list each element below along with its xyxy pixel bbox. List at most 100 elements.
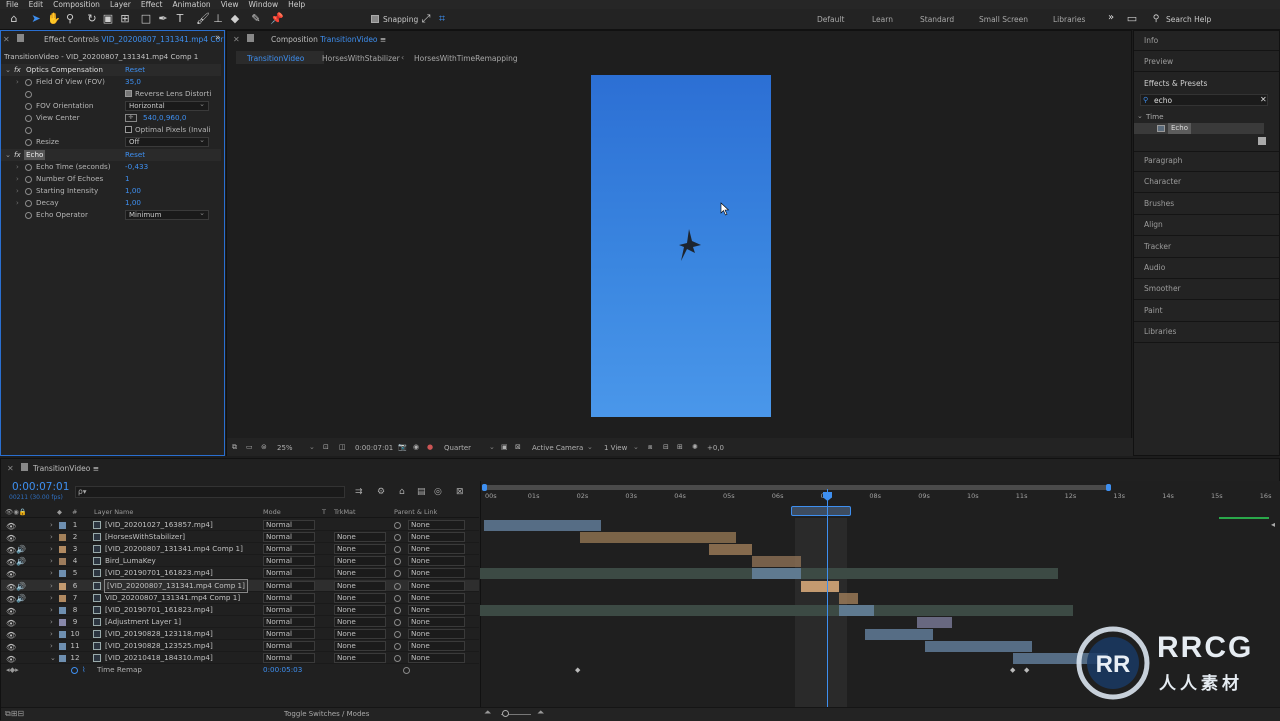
breadcrumb-transitionvideo[interactable]: TransitionVideo (247, 54, 304, 63)
toggle-switches-modes-button[interactable]: Toggle Switches / Modes (284, 710, 369, 718)
num-echoes-value[interactable]: 1 (125, 173, 130, 185)
stopwatch-icon[interactable] (71, 667, 78, 674)
smoother-panel-item[interactable]: Smoother (1144, 284, 1181, 293)
layer-duration-bar[interactable] (925, 641, 1032, 652)
expand-triangle-icon[interactable]: › (50, 555, 53, 567)
echo-operator-dropdown[interactable]: Minimum (125, 209, 209, 220)
optics-effect-header[interactable]: ⌄ fx Optics Compensation Reset (1, 64, 221, 76)
parent-pickwhip-icon[interactable] (394, 570, 401, 578)
timeline-timecode[interactable]: 0:00:07:01 (12, 481, 69, 493)
rectangle-tool-icon[interactable]: □ (140, 13, 152, 25)
parent-pickwhip-icon[interactable] (394, 522, 401, 529)
composition-tab[interactable]: Composition TransitionVideo ≡ (271, 35, 386, 44)
keyframe-icon[interactable]: ◆ (575, 666, 580, 674)
rotate-tool-icon[interactable]: ↻ (86, 13, 98, 25)
hamburger-icon[interactable]: ≡ (93, 464, 99, 473)
layer-row[interactable]: 👁 › 11 [VID_20190828_123525.mp4] Normal None N… (1, 640, 479, 652)
resolution-chevron-icon[interactable]: ⌄ (489, 443, 495, 451)
reverse-lens-checkbox[interactable] (125, 90, 132, 97)
parent-pickwhip-icon[interactable] (394, 546, 401, 554)
expand-icon[interactable]: › (16, 161, 19, 173)
parent-pickwhip-icon[interactable] (394, 655, 401, 663)
breadcrumb-horseswithtimeremapping[interactable]: HorsesWithTimeRemapping (414, 54, 518, 63)
layer-duration-bar[interactable] (580, 532, 736, 544)
keyframe-nav-icon[interactable]: ◂◆▸ (6, 664, 19, 676)
resolution-dropdown[interactable]: Quarter (444, 444, 471, 452)
exposure-value[interactable]: +0,0 (707, 444, 724, 452)
blend-mode-dropdown[interactable]: Normal (263, 616, 315, 627)
monitor-icon[interactable]: ▭ (246, 443, 253, 451)
layer-name[interactable]: [VID_20190828_123118.mp4] (105, 628, 213, 640)
panel-expand-icon[interactable]: » (215, 33, 221, 43)
blend-mode-dropdown[interactable]: Normal (263, 628, 315, 639)
col-trkmat[interactable]: TrkMat (334, 507, 356, 518)
col-parent[interactable]: Parent & Link (394, 507, 437, 518)
trkmat-dropdown[interactable]: None (334, 532, 386, 543)
label-color-swatch[interactable] (59, 606, 66, 614)
audio-panel-item[interactable]: Audio (1144, 263, 1165, 272)
timeline-scroll-icon[interactable]: ◂ (1271, 520, 1275, 529)
parent-dropdown[interactable]: None (408, 628, 465, 639)
blend-mode-dropdown[interactable]: Normal (263, 641, 315, 651)
layer-name[interactable]: [VID_20190828_123525.mp4] (105, 640, 213, 652)
pen-tool-icon[interactable]: ✒ (157, 13, 169, 25)
brushes-panel-item[interactable]: Brushes (1144, 199, 1174, 208)
snapshot-icon[interactable]: 📷 (398, 443, 407, 451)
time-category[interactable]: Time (1146, 112, 1164, 121)
stopwatch-icon[interactable] (25, 200, 32, 207)
expand-triangle-icon[interactable]: › (50, 592, 53, 604)
parent-pickwhip-icon[interactable] (394, 630, 401, 638)
mask-visibility-icon[interactable]: ⊜ (261, 443, 267, 451)
blend-mode-dropdown[interactable]: Normal (263, 532, 315, 543)
layer-duration-bar[interactable] (917, 616, 952, 628)
frame-blending-icon[interactable]: ▤ (417, 487, 426, 497)
parent-dropdown[interactable]: None (408, 641, 465, 651)
layer-name[interactable]: VID_20200807_131341.mp4 Comp 1] (105, 592, 240, 604)
expand-icon[interactable]: › (16, 197, 19, 209)
blend-mode-dropdown[interactable]: Normal (263, 544, 315, 555)
layer-row[interactable]: 👁 › 1 [VID_20201027_163857.mp4] Normal None (1, 519, 479, 531)
stopwatch-icon[interactable] (25, 139, 32, 146)
layer-duration-bar[interactable] (801, 580, 839, 592)
expand-icon[interactable]: › (16, 185, 19, 197)
expand-triangle-icon[interactable]: › (50, 567, 53, 579)
toggle-pixel-aspect-icon[interactable]: ⧈ (648, 443, 652, 452)
always-preview-icon[interactable]: ⧉ (232, 443, 237, 452)
stopwatch-icon[interactable] (25, 188, 32, 195)
libraries-panel-item[interactable]: Libraries (1144, 327, 1176, 336)
composition-viewer-frame[interactable] (591, 75, 771, 417)
puppet-pin-tool-icon[interactable]: 📌 (270, 13, 284, 25)
fov-value[interactable]: 35,0 (125, 76, 141, 88)
paragraph-panel-item[interactable]: Paragraph (1144, 156, 1182, 165)
expand-triangle-icon[interactable]: › (50, 628, 53, 640)
expand-triangle-icon[interactable]: › (50, 580, 53, 592)
layer-name[interactable]: [VID_20210418_184310.mp4] (105, 652, 213, 664)
layer-row[interactable]: 👁 › 10 [VID_20190828_123118.mp4] Normal None N… (1, 628, 479, 640)
trkmat-dropdown[interactable]: None (334, 568, 386, 579)
camera-chevron-icon[interactable]: ⌄ (587, 443, 593, 451)
col-layer-name[interactable]: Layer Name (94, 507, 133, 518)
parent-pickwhip-icon[interactable] (394, 582, 401, 590)
menu-window[interactable]: Window (249, 0, 279, 9)
trkmat-dropdown[interactable]: None (334, 556, 386, 567)
collapse-triangle-icon[interactable]: ⌄ (1137, 112, 1143, 120)
effects-search-input[interactable]: ⚲ echo ✕ (1140, 94, 1268, 106)
pan-behind-tool-icon[interactable]: ⊞ (119, 13, 131, 25)
zoom-tool-icon[interactable]: ⚲ (64, 13, 76, 25)
viewer-timecode[interactable]: 0:00:07:01 (355, 444, 393, 452)
parent-dropdown[interactable]: None (408, 568, 465, 579)
blend-mode-dropdown[interactable]: Normal (263, 592, 315, 603)
layer-duration-bar[interactable] (839, 604, 874, 616)
echo-reset-button[interactable]: Reset (125, 149, 145, 161)
stopwatch-icon[interactable] (25, 79, 32, 86)
trkmat-dropdown[interactable]: None (334, 628, 386, 639)
camera-tool-icon[interactable]: ▣ (102, 13, 114, 25)
close-icon[interactable]: ✕ (233, 35, 240, 44)
layer-name[interactable]: [VID_20190701_161823.mp4] (105, 567, 213, 579)
parent-dropdown[interactable]: None (408, 556, 465, 567)
layer-row[interactable]: 👁 🔊 › 3 [VID_20200807_131341.mp4 Comp 1] Norm… (1, 543, 479, 556)
roto-brush-tool-icon[interactable]: ✎ (250, 13, 262, 25)
blend-mode-dropdown[interactable]: Normal (263, 556, 315, 567)
expand-triangle-icon[interactable]: ⌄ (50, 652, 56, 664)
label-color-swatch[interactable] (59, 534, 66, 542)
